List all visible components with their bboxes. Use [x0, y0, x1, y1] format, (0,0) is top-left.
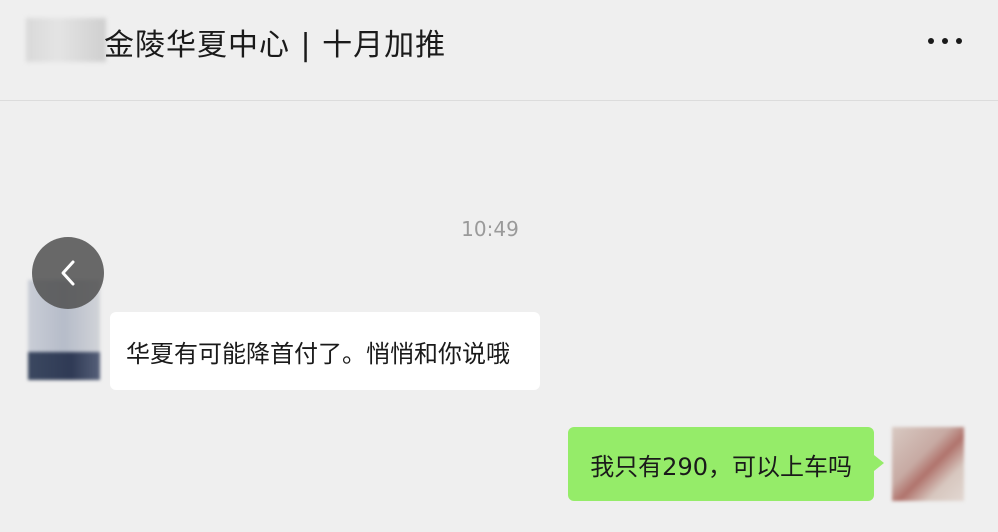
user-avatar[interactable]	[892, 427, 964, 501]
more-icon[interactable]	[928, 36, 962, 46]
blurred-avatar	[26, 18, 106, 62]
message-timestamp: 10:49	[461, 217, 519, 241]
avatar-shading	[28, 352, 100, 380]
back-button[interactable]	[32, 237, 104, 309]
chevron-left-icon	[61, 260, 75, 286]
chat-title: 金陵华夏中心 | 十月加推	[104, 28, 447, 63]
more-dot	[956, 38, 962, 44]
more-dot	[928, 38, 934, 44]
more-dot	[942, 38, 948, 44]
incoming-message-bubble[interactable]: 华夏有可能降首付了。悄悄和你说哦	[110, 312, 540, 390]
chat-header: 金陵华夏中心 | 十月加推	[0, 0, 998, 101]
outgoing-message-bubble[interactable]: 我只有290，可以上车吗	[568, 427, 884, 501]
